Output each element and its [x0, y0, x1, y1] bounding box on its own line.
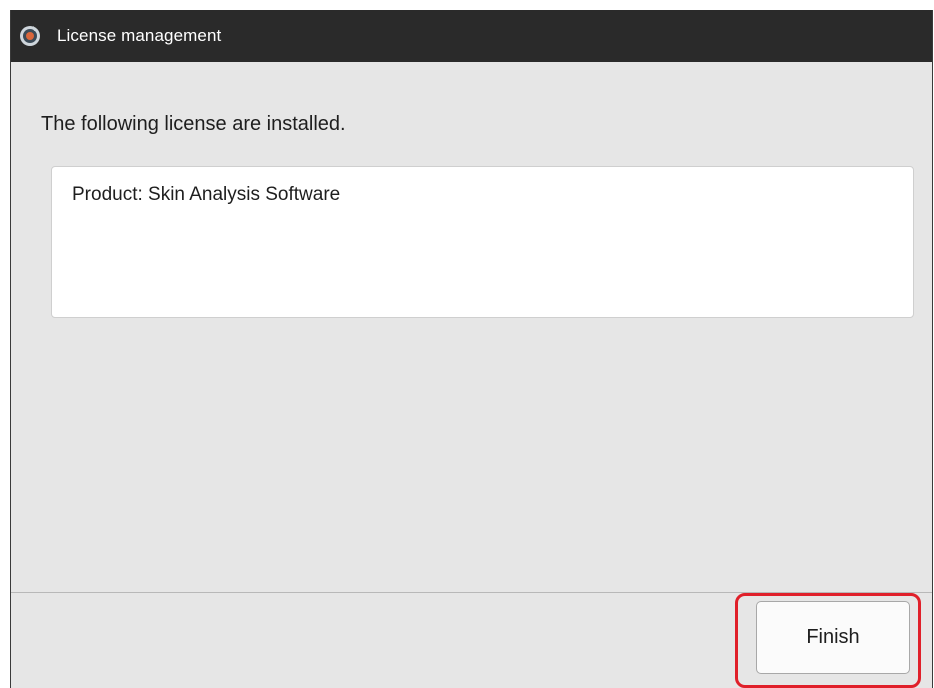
title-bar[interactable]: License management	[11, 10, 932, 62]
installed-licenses-heading: The following license are installed.	[41, 113, 346, 135]
license-management-window: License management The following license…	[10, 10, 933, 688]
finish-button[interactable]: Finish	[756, 601, 910, 674]
app-logo-icon	[19, 25, 41, 47]
window-title: License management	[57, 26, 222, 45]
license-item: Product: Skin Analysis Software	[72, 184, 341, 205]
license-list: Product: Skin Analysis Software	[51, 166, 914, 318]
